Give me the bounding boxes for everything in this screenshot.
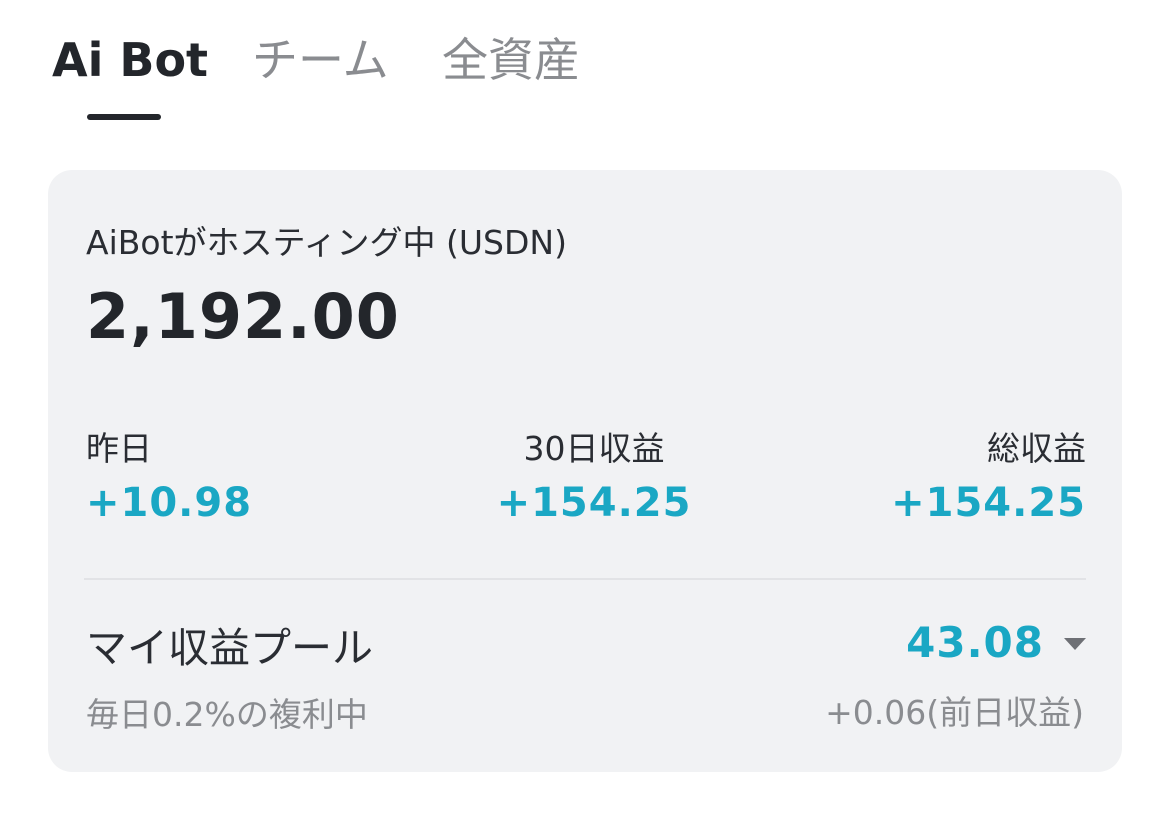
- tab-ai-bot[interactable]: Ai Bot: [52, 28, 208, 92]
- tab-all-assets[interactable]: 全資産: [442, 28, 580, 92]
- hosting-summary-card: AiBotがホスティング中 (USDN) 2,192.00 昨日 +10.98 …: [48, 170, 1122, 772]
- stat-yesterday-value: +10.98: [86, 480, 253, 526]
- active-tab-indicator: [87, 114, 161, 120]
- stat-total-label: 総収益: [987, 429, 1086, 468]
- stat-30-day: 30日収益 +154.25: [489, 422, 699, 526]
- stat-30-day-label: 30日収益: [523, 429, 665, 468]
- stat-total: 総収益 +154.25: [891, 422, 1086, 526]
- stat-yesterday: 昨日 +10.98: [86, 422, 252, 526]
- pool-subtitle: 毎日0.2%の複利中: [86, 695, 368, 734]
- caret-down-icon[interactable]: [1064, 638, 1086, 650]
- divider: [84, 578, 1086, 580]
- hosting-amount: 2,192.00: [86, 280, 400, 353]
- tab-team[interactable]: チーム: [252, 28, 389, 92]
- pool-yesterday-earnings: +0.06(前日収益): [825, 693, 1084, 732]
- stat-total-value: +154.25: [891, 480, 1086, 526]
- hosting-label: AiBotがホスティング中 (USDN): [86, 223, 567, 262]
- stat-yesterday-label: 昨日: [86, 429, 152, 468]
- stat-30-day-value: +154.25: [496, 480, 692, 526]
- pool-title: マイ収益プール: [86, 624, 373, 672]
- tab-bar: Ai Bot チーム 全資産: [52, 28, 752, 128]
- pool-value[interactable]: 43.08: [906, 618, 1044, 667]
